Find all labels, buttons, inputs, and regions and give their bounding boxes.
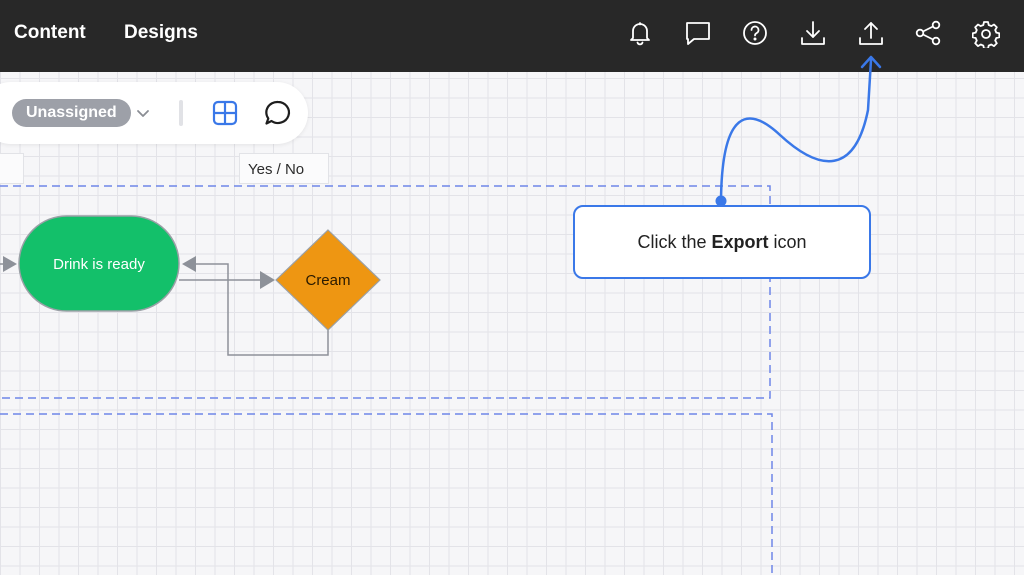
terminal-drink-ready [18,215,180,312]
swimlane-border-bottom [0,413,773,575]
arrowhead-loop-back [182,256,196,272]
floating-toolbar: Unassigned [0,82,308,144]
callout-text-after: icon [768,232,807,252]
callout-text-bold: Export [711,232,769,252]
tab-designs[interactable]: Designs [124,22,198,44]
bell-icon[interactable] [626,18,654,48]
terminal-label: Drink is ready [53,256,145,273]
comment-icon[interactable] [263,98,293,128]
gear-icon[interactable] [971,18,1001,50]
callout-pointer [719,58,873,202]
callout-tooltip: Click the Export icon [573,205,871,279]
arrowhead-to-cream [260,271,275,289]
assignee-badge[interactable]: Unassigned [12,99,131,127]
grid-icon[interactable] [211,99,239,127]
download-icon[interactable] [799,18,827,48]
top-bar: Content Designs [0,0,1024,72]
yes-no-label: Yes / No [239,153,329,184]
arrowhead-incoming [3,256,17,272]
toolbar-divider [179,100,183,126]
share-icon[interactable] [914,18,942,48]
column-label-box [0,153,24,184]
comment-icon[interactable] [684,18,712,48]
callout-text-before: Click the [637,232,712,252]
decision-label: Cream [305,272,350,289]
export-icon[interactable] [857,18,885,48]
chevron-down-icon[interactable] [134,104,152,122]
tab-content[interactable]: Content [14,22,86,44]
connector-loop-back [195,263,329,356]
help-icon[interactable] [741,18,769,48]
decision-cream [275,229,381,331]
